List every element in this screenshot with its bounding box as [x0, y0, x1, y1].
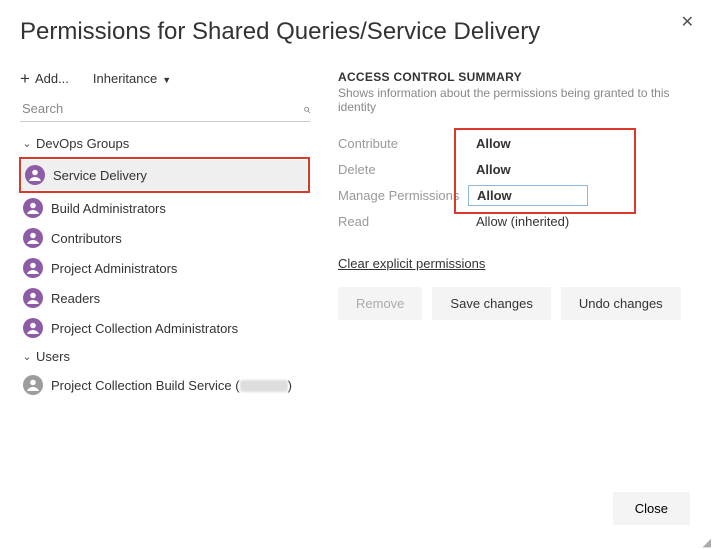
group-avatar-icon	[23, 288, 43, 308]
save-button[interactable]: Save changes	[432, 287, 550, 320]
chevron-down-icon: ⌄	[22, 350, 32, 363]
identity-name: Build Administrators	[51, 201, 166, 216]
group-avatar-icon	[23, 318, 43, 338]
identity-pca[interactable]: Project Collection Administrators	[20, 313, 310, 343]
redacted-text	[240, 380, 288, 392]
perm-label: Read	[338, 214, 468, 229]
identity-build-service[interactable]: Project Collection Build Service ()	[20, 370, 310, 400]
remove-button[interactable]: Remove	[338, 287, 422, 320]
inheritance-dropdown[interactable]: Inheritance ▼	[93, 71, 171, 86]
resize-handle-icon[interactable]: ◢	[703, 540, 709, 546]
group-avatar-icon	[25, 165, 45, 185]
perm-label: Manage Permissions	[338, 188, 468, 203]
group-avatar-icon	[23, 228, 43, 248]
perm-label: Delete	[338, 162, 468, 177]
identity-name: Service Delivery	[53, 168, 147, 183]
identity-name: Readers	[51, 291, 100, 306]
perm-value-dropdown[interactable]: Allow	[468, 160, 588, 179]
search-icon: ⌕	[303, 101, 310, 117]
chevron-down-icon: ▼	[162, 75, 171, 85]
acs-subheading: Shows information about the permissions …	[338, 86, 692, 114]
chevron-down-icon: ⌄	[22, 137, 32, 150]
perm-row-manage: Manage Permissions Allow	[338, 182, 692, 208]
clear-permissions-link[interactable]: Clear explicit permissions	[338, 256, 485, 271]
group-devops[interactable]: ⌄ DevOps Groups	[20, 130, 310, 157]
highlight-annotation: Service Delivery	[19, 157, 310, 193]
identity-project-admins[interactable]: Project Administrators	[20, 253, 310, 283]
group-users[interactable]: ⌄ Users	[20, 343, 310, 370]
identity-name: Project Administrators	[51, 261, 177, 276]
plus-icon: +	[20, 70, 30, 87]
close-button[interactable]: Close	[613, 492, 690, 525]
perm-label: Contribute	[338, 136, 468, 151]
close-icon[interactable]: ✕	[681, 12, 694, 32]
identity-name: Contributors	[51, 231, 122, 246]
perm-row-read: Read Allow (inherited)	[338, 208, 692, 234]
acs-heading: ACCESS CONTROL SUMMARY	[338, 70, 692, 84]
group-label: Users	[36, 349, 70, 364]
identity-build-admins[interactable]: Build Administrators	[20, 193, 310, 223]
search-field[interactable]	[20, 100, 303, 117]
identity-service-delivery[interactable]: Service Delivery	[22, 160, 307, 190]
group-avatar-icon	[23, 198, 43, 218]
search-input[interactable]: ⌕	[20, 97, 310, 122]
group-avatar-icon	[23, 258, 43, 278]
add-button[interactable]: + Add...	[20, 70, 69, 87]
identity-contributors[interactable]: Contributors	[20, 223, 310, 253]
user-avatar-icon	[23, 375, 43, 395]
identity-panel: + Add... Inheritance ▼ ⌕ ⌄ DevOps Groups	[20, 70, 310, 400]
identity-name: Project Collection Administrators	[51, 321, 238, 336]
perm-value-dropdown[interactable]: Allow	[468, 185, 588, 206]
dialog-title: Permissions for Shared Queries/Service D…	[20, 18, 692, 46]
group-label: DevOps Groups	[36, 136, 129, 151]
perm-value-dropdown[interactable]: Allow	[468, 134, 588, 153]
identity-name: Project Collection Build Service ()	[51, 378, 292, 393]
inheritance-label: Inheritance	[93, 71, 157, 86]
permissions-panel: ACCESS CONTROL SUMMARY Shows information…	[338, 70, 692, 400]
add-label: Add...	[35, 71, 69, 86]
perm-value-dropdown[interactable]: Allow (inherited)	[468, 212, 588, 231]
undo-button[interactable]: Undo changes	[561, 287, 681, 320]
perm-row-delete: Delete Allow	[338, 156, 692, 182]
perm-row-contribute: Contribute Allow	[338, 130, 692, 156]
identity-readers[interactable]: Readers	[20, 283, 310, 313]
